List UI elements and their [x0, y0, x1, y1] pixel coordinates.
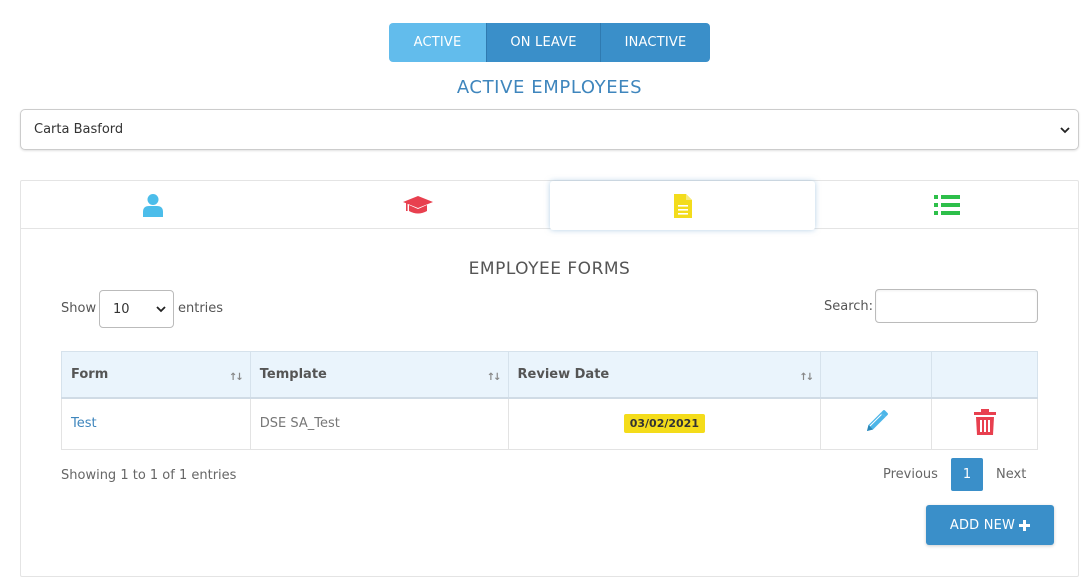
search-label: Search:	[824, 299, 874, 314]
sort-icon: ↑↓	[229, 372, 244, 383]
employee-select-value: Carta Basford	[34, 122, 124, 137]
column-header-review-date[interactable]: Review Date ↑↓	[507, 351, 822, 399]
tab-list[interactable]	[815, 181, 1078, 229]
chevron-down-icon	[156, 306, 166, 313]
column-header-form[interactable]: Form ↑↓	[61, 351, 251, 399]
add-new-label: ADD NEW	[949, 517, 1016, 533]
column-header-label: Form	[71, 366, 109, 382]
review-date-cell: 03/02/2021	[507, 397, 822, 450]
user-icon	[143, 194, 163, 217]
column-header-label: Review Date	[517, 366, 610, 382]
tab-profile[interactable]	[21, 181, 285, 229]
entries-per-page-select[interactable]: 10	[99, 290, 174, 328]
review-date-badge: 03/02/2021	[623, 414, 705, 434]
tab-forms[interactable]	[550, 181, 815, 230]
status-tab-active[interactable]: ACTIVE	[389, 23, 486, 62]
form-cell[interactable]: Test	[61, 397, 251, 450]
status-tab-inactive[interactable]: INACTIVE	[600, 23, 710, 62]
detail-tabs	[21, 181, 1078, 230]
show-label: Show	[61, 301, 97, 316]
forms-table: Form ↑↓ Template ↑↓ Review Date ↑↓ Test DSE…	[61, 351, 1038, 450]
chevron-down-icon	[1060, 126, 1070, 133]
page-title: ACTIVE EMPLOYEES	[456, 77, 643, 98]
document-icon	[673, 193, 692, 218]
sort-icon: ↑↓	[799, 372, 814, 383]
trash-icon[interactable]	[973, 408, 996, 435]
add-new-button[interactable]: ADD NEW	[926, 505, 1054, 545]
edit-cell	[820, 397, 933, 450]
status-tab-on-leave[interactable]: ON LEAVE	[486, 23, 600, 62]
sort-icon: ↑↓	[486, 372, 502, 383]
status-filter-group: ACTIVE ON LEAVE INACTIVE	[389, 23, 710, 62]
table-row: Test DSE SA_Test 03/02/2021	[61, 397, 1038, 450]
column-header-delete	[931, 351, 1038, 399]
entries-value: 10	[113, 301, 130, 317]
employee-detail-panel: EMPLOYEE FORMS Show 10 entries Search: F…	[20, 180, 1079, 577]
pagination-next[interactable]: Next	[996, 467, 1026, 482]
table-header-row: Form ↑↓ Template ↑↓ Review Date ↑↓	[61, 351, 1038, 399]
search-input[interactable]	[875, 289, 1038, 323]
delete-cell	[931, 397, 1038, 450]
column-header-template[interactable]: Template ↑↓	[249, 351, 509, 399]
table-info: Showing 1 to 1 of 1 entries	[61, 468, 237, 483]
section-title: EMPLOYEE FORMS	[468, 259, 631, 279]
pagination-previous[interactable]: Previous	[883, 467, 938, 482]
entries-label: entries	[178, 301, 224, 316]
list-icon	[933, 195, 960, 215]
template-cell: DSE SA_Test	[249, 397, 509, 450]
employee-select[interactable]: Carta Basford	[20, 109, 1079, 150]
plus-icon	[1019, 519, 1031, 531]
pagination-page-1[interactable]: 1	[951, 458, 983, 491]
column-header-label: Template	[259, 366, 327, 382]
tab-training[interactable]	[285, 181, 550, 229]
column-header-edit	[820, 351, 933, 399]
graduation-cap-icon	[402, 196, 433, 214]
pencil-icon[interactable]	[863, 409, 889, 435]
